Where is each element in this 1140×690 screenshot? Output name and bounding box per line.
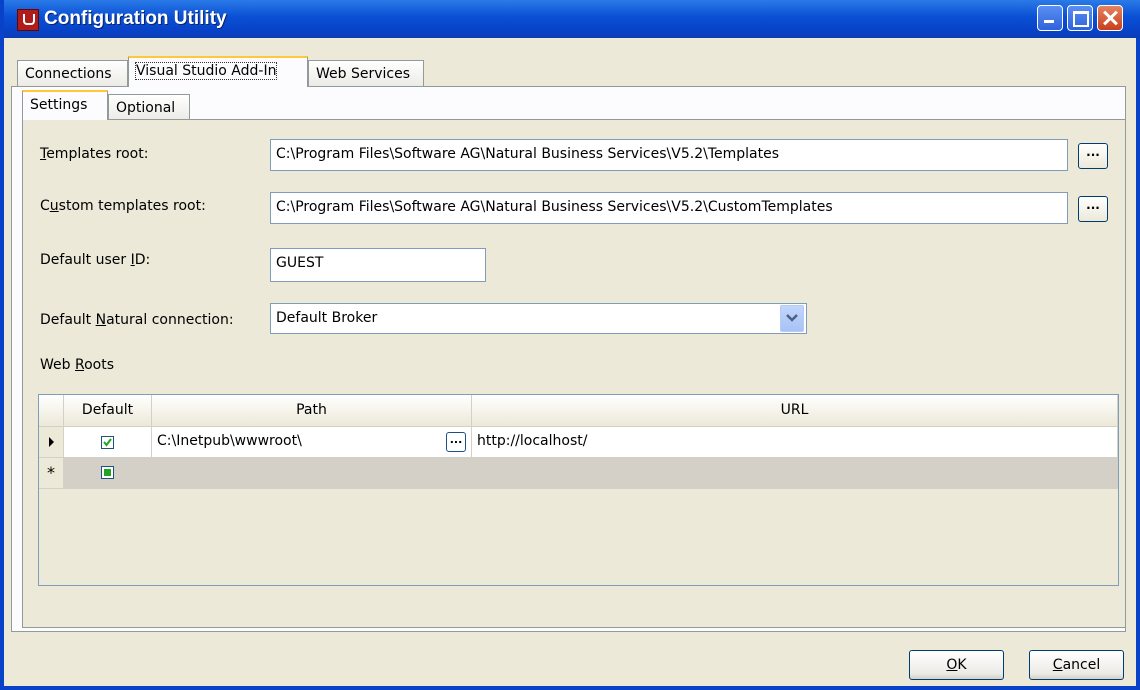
new-row-url-cell[interactable] <box>472 458 1118 489</box>
tab-connections-label: Connections <box>25 66 112 82</box>
templates-root-field[interactable]: C:\Program Files\Software AG\Natural Bus… <box>270 139 1068 171</box>
grid-corner-header <box>39 395 64 427</box>
cancel-button[interactable]: Cancel <box>1029 650 1124 680</box>
default-natural-connection-select[interactable]: Default Broker <box>270 303 807 334</box>
column-header-url[interactable]: URL <box>472 395 1118 427</box>
default-checkbox[interactable] <box>101 436 114 449</box>
dropdown-button[interactable] <box>780 305 804 332</box>
path-browse-button[interactable]: ... <box>446 432 466 452</box>
tab-connections[interactable]: Connections <box>17 60 128 86</box>
title-bar[interactable]: Configuration Utility <box>4 0 1140 38</box>
path-value: C:\Inetpub\wwwroot\ <box>157 433 302 449</box>
ok-button[interactable]: OK <box>909 650 1004 680</box>
window-title: Configuration Utility <box>44 8 227 29</box>
checkmark-icon <box>103 438 112 447</box>
minimize-button[interactable] <box>1037 5 1063 31</box>
current-row-arrow-icon <box>49 437 54 447</box>
custom-templates-root-field[interactable]: C:\Program Files\Software AG\Natural Bus… <box>270 192 1068 224</box>
table-row-path-cell[interactable]: C:\Inetpub\wwwroot\ ... <box>152 427 472 458</box>
tab-visual-studio-add-in[interactable]: Visual Studio Add-In <box>128 56 308 87</box>
app-icon[interactable] <box>17 9 39 31</box>
custom-templates-root-label: Custom templates root: <box>40 198 206 214</box>
web-roots-grid[interactable]: Default Path URL C:\Inetpub\wwwroot\ ...… <box>38 394 1119 586</box>
templates-root-label: Templates root: <box>40 146 149 162</box>
tab-visual-studio-add-in-label: Visual Studio Add-In <box>134 62 278 80</box>
tab-settings-label: Settings <box>30 97 88 113</box>
tab-settings[interactable]: Settings <box>22 90 108 120</box>
column-header-path[interactable]: Path <box>152 395 472 427</box>
maximize-button[interactable] <box>1067 5 1093 31</box>
column-header-default[interactable]: Default <box>64 395 152 427</box>
default-user-id-field[interactable]: GUEST <box>270 248 486 282</box>
new-row-path-cell[interactable] <box>152 458 472 489</box>
new-row-marker: * <box>39 458 64 489</box>
tab-optional[interactable]: Optional <box>108 94 190 120</box>
tab-optional-label: Optional <box>116 100 176 116</box>
new-row-default-cell[interactable] <box>64 458 152 489</box>
custom-templates-root-browse-button[interactable]: ... <box>1078 196 1108 222</box>
default-user-id-label: Default user ID: <box>40 252 151 268</box>
web-roots-label: Web Roots <box>40 357 115 373</box>
default-natural-connection-label: Default Natural connection: <box>40 312 234 328</box>
tab-web-services-label: Web Services <box>316 66 411 82</box>
chevron-down-icon <box>786 314 798 322</box>
new-row-checkbox[interactable] <box>101 466 114 479</box>
row-selector[interactable] <box>39 427 64 458</box>
tab-web-services[interactable]: Web Services <box>308 60 424 86</box>
table-row-url-cell[interactable]: http://localhost/ <box>472 427 1118 458</box>
table-row-default-cell[interactable] <box>64 427 152 458</box>
close-button[interactable] <box>1097 5 1123 31</box>
templates-root-browse-button[interactable]: ... <box>1078 143 1108 169</box>
